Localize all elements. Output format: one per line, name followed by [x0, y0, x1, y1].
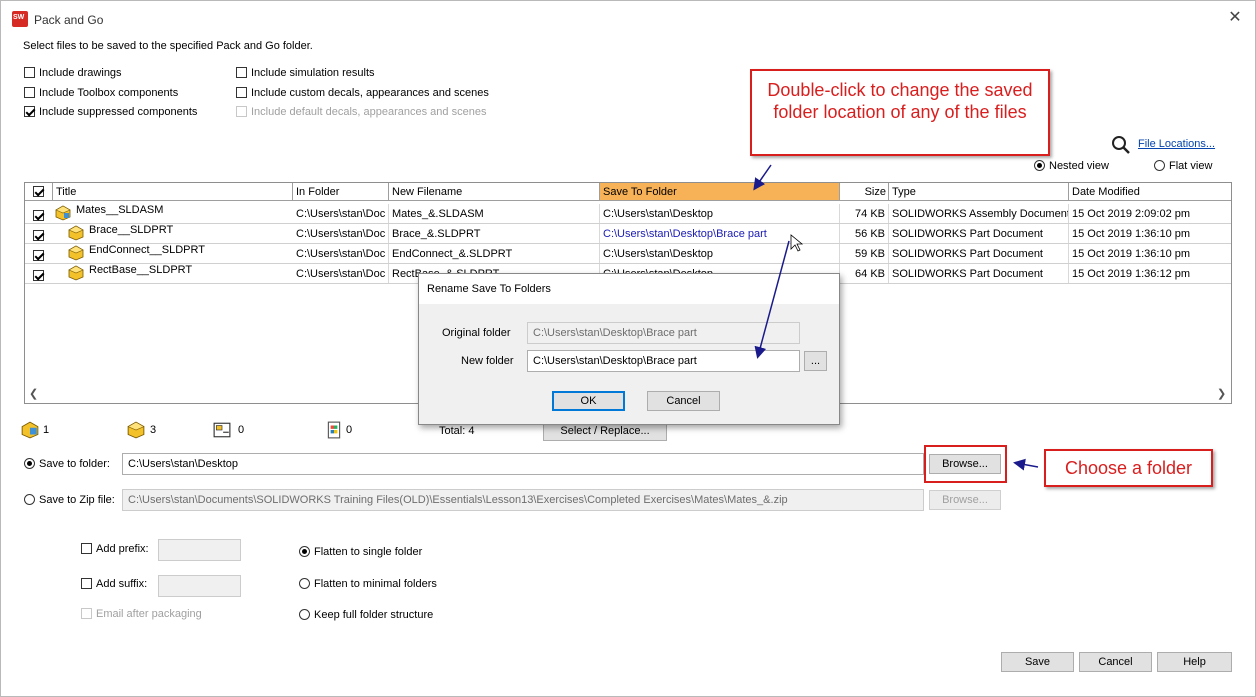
annotation-arrows [753, 164, 1039, 471]
mouse-cursor-icon [790, 234, 804, 252]
arrow-to-browse [1013, 458, 1039, 471]
arrow-to-new-folder [754, 240, 790, 359]
pack-and-go-window: Pack and Go ✕ Select files to be saved t… [0, 0, 1256, 697]
arrow-to-header [753, 164, 772, 191]
